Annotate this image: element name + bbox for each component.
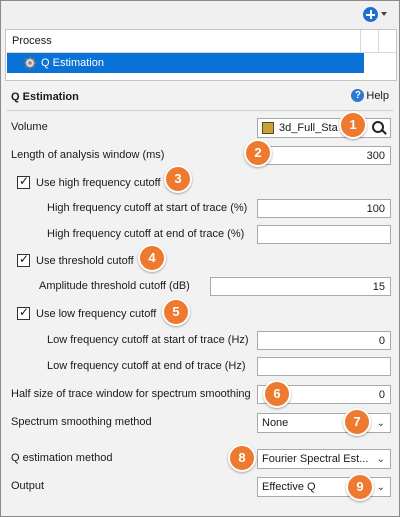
callout-badge: 6 (263, 380, 291, 408)
low-cutoff-row: Use low frequency cutoff (5, 305, 395, 325)
threshold-cutoff-label: Use threshold cutoff (36, 255, 134, 267)
low-start-value: 0 (378, 335, 385, 347)
chevron-down-icon: ⌄ (376, 482, 385, 493)
process-header-label: Process (12, 35, 52, 47)
parameters-panel: Q Estimation ? Help Volume 3d_Full_Sta Le… (5, 85, 395, 513)
amplitude-threshold-value: 15 (372, 281, 385, 293)
amplitude-threshold-input[interactable]: 15 (210, 277, 391, 296)
volume-field[interactable]: 3d_Full_Sta (257, 118, 391, 138)
low-start-row: Low frequency cutoff at start of trace (… (5, 331, 395, 351)
process-item-q-estimation[interactable]: Q Estimation (7, 53, 364, 73)
high-cutoff-label: Use high frequency cutoff (36, 177, 161, 189)
amplitude-threshold-row: Amplitude threshold cutoff (dB) 15 (5, 277, 395, 297)
callout-badge: 1 (339, 111, 367, 139)
volume-value: 3d_Full_Sta (279, 122, 338, 134)
callout-badge: 5 (162, 298, 190, 326)
add-process-button[interactable] (363, 7, 389, 23)
process-row-blank (364, 53, 396, 73)
add-circle-icon (363, 7, 378, 22)
q-method-value: Fourier Spectral Est... (262, 453, 369, 465)
high-end-row: High frequency cutoff at end of trace (%… (5, 225, 395, 245)
q-estimation-window: Process Q Estimation Q Estimation ?Help (0, 0, 400, 517)
q-method-select[interactable]: Fourier Spectral Est... ⌄ (257, 449, 391, 469)
smoothing-method-row: Spectrum smoothing method None ⌄ (5, 413, 395, 433)
callout-badge: 7 (343, 408, 371, 436)
gear-icon (23, 56, 37, 70)
help-icon: ? (351, 89, 365, 102)
low-start-label: Low frequency cutoff at start of trace (… (47, 334, 249, 346)
process-list-panel: Process Q Estimation (5, 29, 397, 81)
high-start-input[interactable]: 100 (257, 199, 391, 218)
half-size-row: Half size of trace window for spectrum s… (5, 385, 395, 405)
panel-title: Q Estimation (11, 91, 79, 103)
volume-cube-icon (262, 122, 274, 134)
analysis-window-value: 300 (366, 150, 385, 162)
volume-label: Volume (11, 121, 48, 133)
callout-badge: 2 (244, 139, 272, 167)
low-end-row: Low frequency cutoff at end of trace (Hz… (5, 357, 395, 377)
high-start-value: 100 (366, 203, 385, 215)
low-cutoff-checkbox[interactable] (17, 305, 30, 320)
high-cutoff-checkbox[interactable] (17, 174, 30, 189)
top-toolbar (1, 1, 399, 29)
q-method-label: Q estimation method (11, 452, 113, 464)
help-label: Help (366, 89, 389, 102)
low-start-input[interactable]: 0 (257, 331, 391, 350)
analysis-window-row: Length of analysis window (ms) 300 (5, 146, 395, 166)
high-end-input[interactable] (257, 225, 391, 244)
search-icon[interactable] (371, 120, 387, 136)
chevron-down-icon: ⌄ (376, 454, 385, 465)
callout-badge: 3 (164, 165, 192, 193)
smoothing-method-label: Spectrum smoothing method (11, 416, 152, 428)
high-cutoff-row: Use high frequency cutoff (5, 174, 395, 194)
low-cutoff-label: Use low frequency cutoff (36, 308, 157, 320)
chevron-down-icon: ⌄ (376, 418, 385, 429)
process-list-header: Process (6, 30, 396, 53)
callout-badge: 4 (138, 244, 166, 272)
divider (7, 110, 393, 111)
threshold-cutoff-row: Use threshold cutoff (5, 252, 395, 272)
process-item-label: Q Estimation (41, 57, 104, 69)
high-start-label: High frequency cutoff at start of trace … (47, 202, 248, 214)
high-end-label: High frequency cutoff at end of trace (%… (47, 228, 245, 240)
half-size-value: 0 (378, 389, 385, 401)
amplitude-threshold-label: Amplitude threshold cutoff (dB) (39, 280, 190, 292)
analysis-window-input[interactable]: 300 (257, 146, 391, 165)
help-button[interactable]: ? Help (351, 89, 389, 102)
callout-badge: 8 (228, 444, 256, 472)
volume-row: Volume 3d_Full_Sta (5, 118, 395, 138)
low-end-label: Low frequency cutoff at end of trace (Hz… (47, 360, 246, 372)
low-end-input[interactable] (257, 357, 391, 376)
output-row: Output Effective Q ⌄ (5, 477, 395, 497)
high-start-row: High frequency cutoff at start of trace … (5, 199, 395, 219)
column-divider (378, 30, 379, 52)
output-label: Output (11, 480, 45, 492)
q-method-row: Q estimation method Fourier Spectral Est… (5, 449, 395, 469)
callout-badge: 9 (346, 473, 374, 501)
dropdown-arrow-icon (381, 12, 387, 16)
analysis-window-label: Length of analysis window (ms) (11, 149, 165, 161)
column-divider (360, 30, 361, 52)
half-size-label: Half size of trace window for spectrum s… (11, 388, 251, 400)
threshold-cutoff-checkbox[interactable] (17, 252, 30, 267)
